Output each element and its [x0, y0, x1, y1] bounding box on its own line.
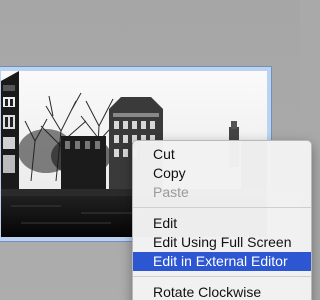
- menu-separator: [133, 207, 311, 208]
- menu-item-cut[interactable]: Cut: [133, 145, 311, 164]
- menu-item-rotate-clockwise[interactable]: Rotate Clockwise: [133, 283, 311, 300]
- menu-item-edit[interactable]: Edit: [133, 214, 311, 233]
- menu-separator: [133, 276, 311, 277]
- context-menu: Cut Copy Paste Edit Edit Using Full Scre…: [132, 140, 312, 300]
- menu-item-paste[interactable]: Paste: [133, 183, 311, 202]
- menu-item-edit-external-editor[interactable]: Edit in External Editor: [133, 252, 311, 271]
- menu-item-edit-full-screen[interactable]: Edit Using Full Screen: [133, 233, 311, 252]
- menu-item-copy[interactable]: Copy: [133, 164, 311, 183]
- photo-workspace: Cut Copy Paste Edit Edit Using Full Scre…: [0, 0, 312, 300]
